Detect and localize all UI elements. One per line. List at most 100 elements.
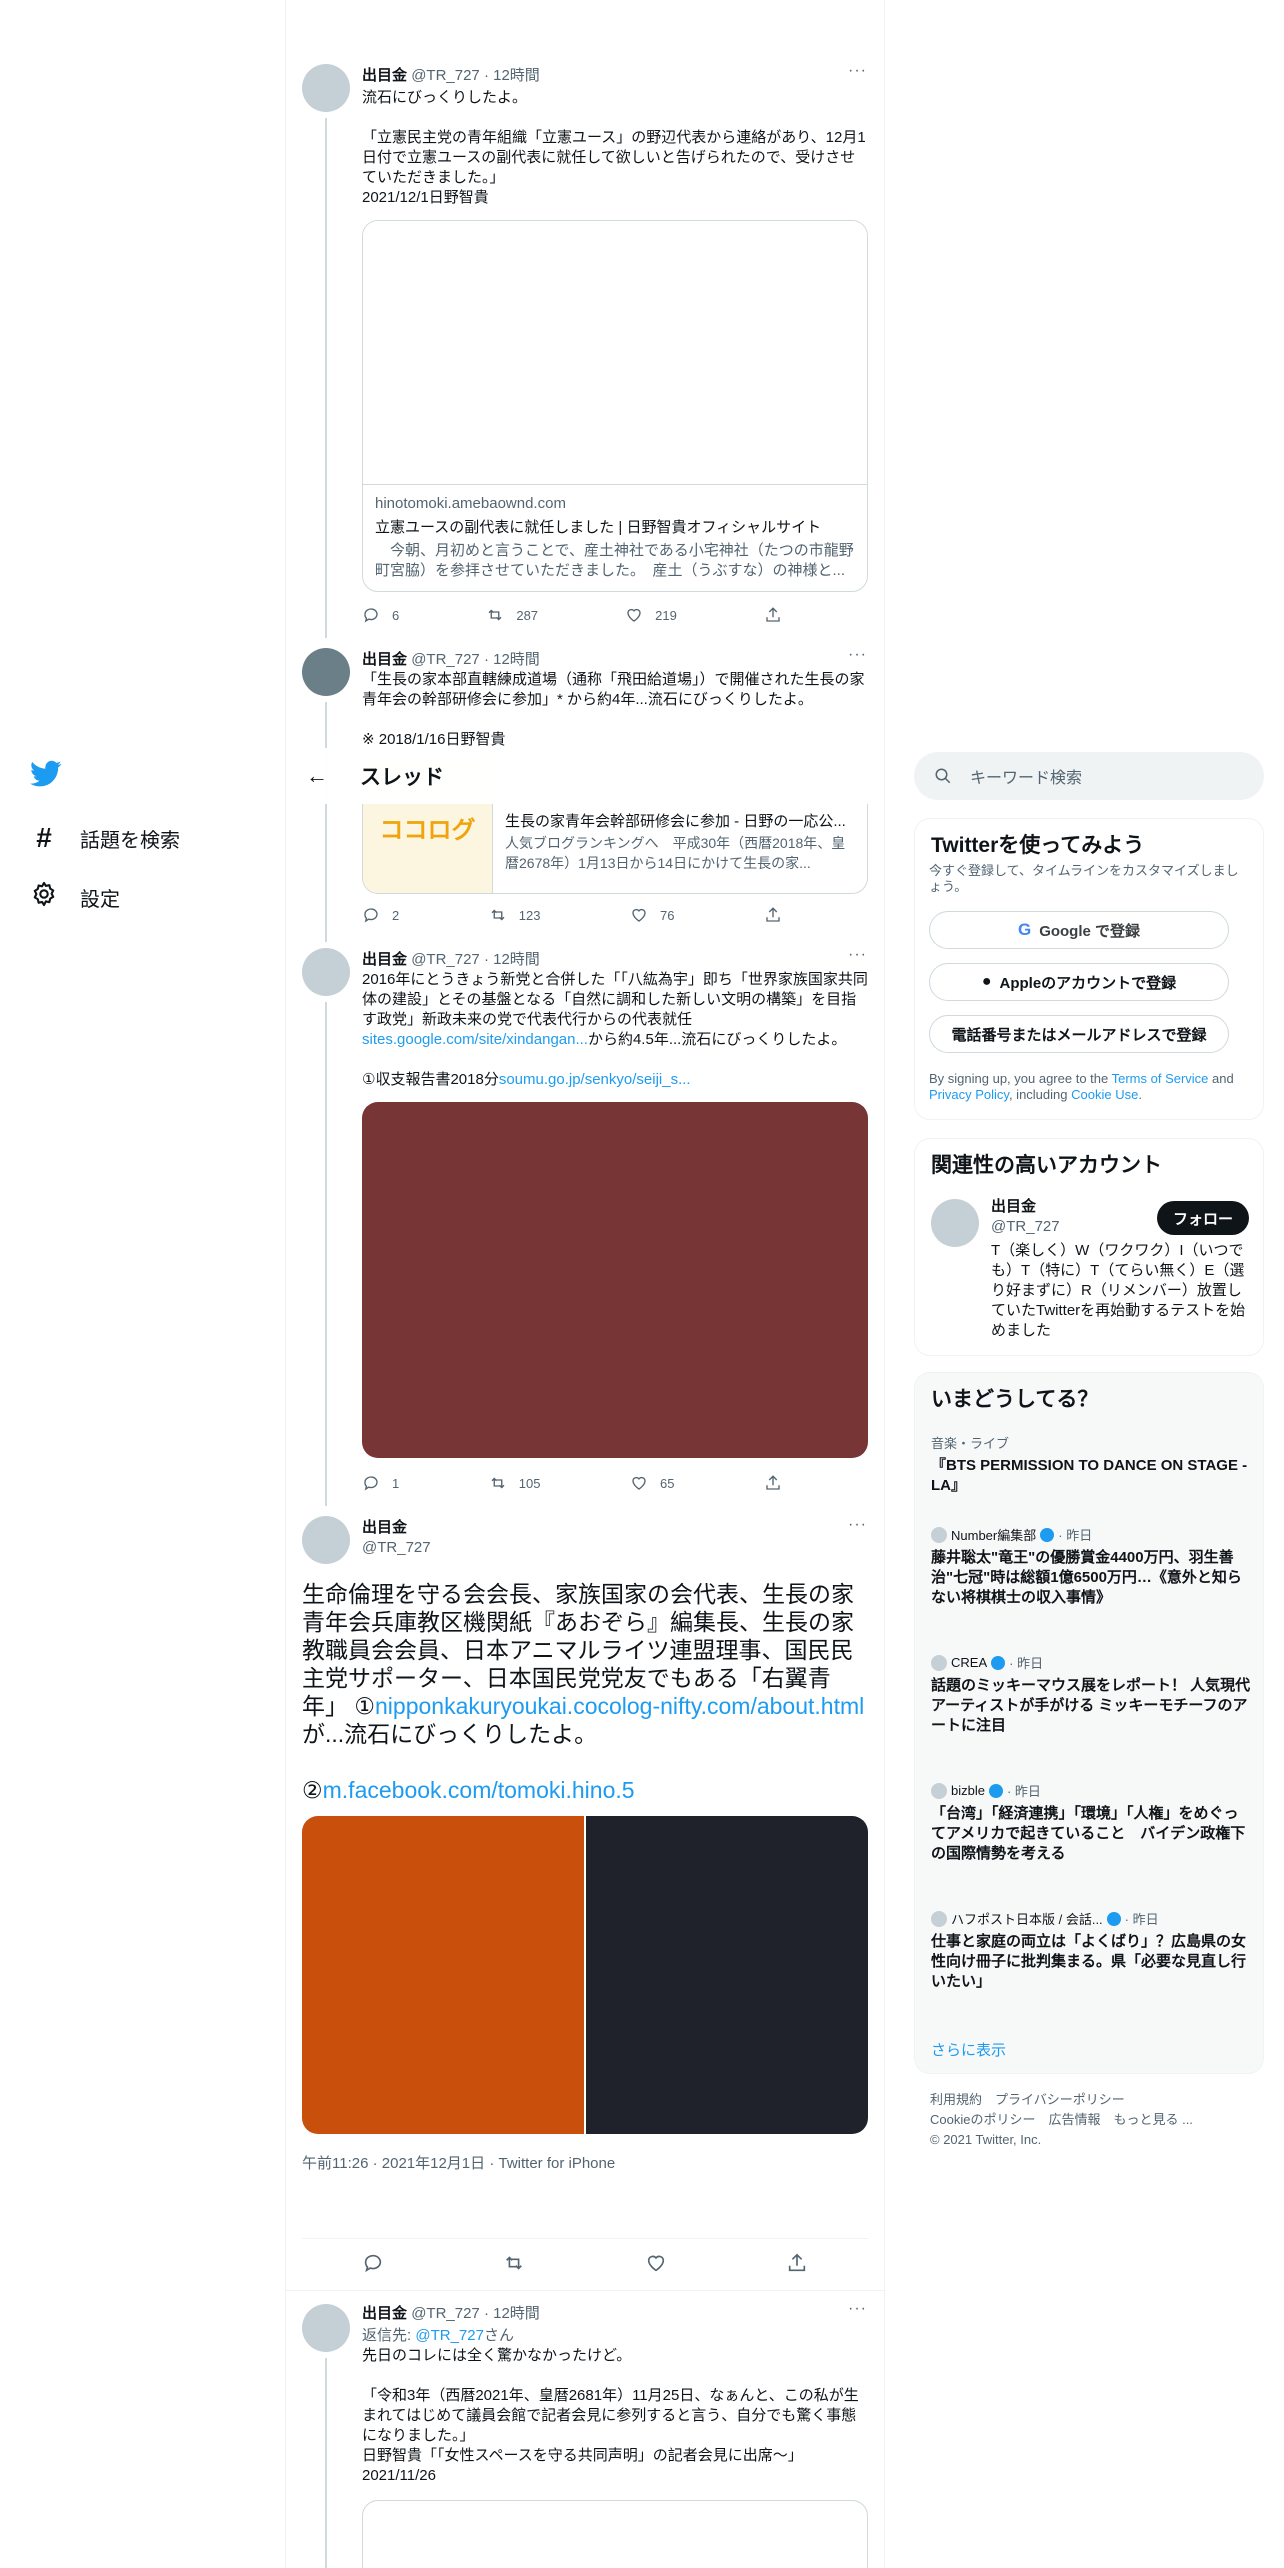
follow-button[interactable]: フォロー (1157, 1201, 1249, 1235)
tweet-timestamp[interactable]: 午前11:26 · 2021年12月1日 · Twitter for iPhon… (302, 2152, 615, 2173)
link-card[interactable] (362, 2500, 868, 2568)
privacy-policy-link[interactable]: Privacy Policy (929, 1087, 1009, 1102)
trend-source: Number編集部 (951, 1528, 1037, 1543)
trend-item[interactable]: 音楽・ライブ 『BTS PERMISSION TO DANCE ON STAGE… (931, 1433, 1251, 1496)
signup-title: Twitterを使ってみよう (931, 834, 1145, 857)
share-button[interactable] (764, 606, 782, 624)
retweet-button[interactable]: 287 (486, 606, 538, 624)
apple-signup-button[interactable]: ● Appleのアカウントで登録 (929, 963, 1229, 1001)
tweet-time[interactable]: · 12時間 (484, 951, 540, 968)
author-handle[interactable]: @TR_727 (411, 951, 480, 968)
trend-item[interactable]: Number編集部 · 昨日 藤井聡太"竜王"の優勝賞金4400万円、羽生善治"七… (931, 1525, 1251, 1608)
author-handle[interactable]: @TR_727 (411, 2305, 480, 2322)
reply-button[interactable]: 1 (362, 1474, 399, 1492)
card-domain: hinotomoki.amebaownd.com (375, 495, 566, 512)
tweet-link[interactable]: m.facebook.com/tomoki.hino.5 (323, 1777, 635, 1803)
trends-title: いまどうしてる？ (931, 1388, 1099, 1411)
like-button[interactable]: 65 (630, 1474, 674, 1492)
nav-settings[interactable]: 設定 (30, 880, 120, 914)
trend-item[interactable]: CREA · 昨日 話題のミッキーマウス展をレポート！ 人気現代アーティストが手が… (931, 1653, 1251, 1736)
avatar[interactable] (302, 2304, 350, 2352)
author-name[interactable]: 出目金 (362, 2305, 407, 2322)
reply-context: 返信先: @TR_727さん (362, 2324, 514, 2345)
signup-terms: By signing up, you agree to the Terms of… (929, 1071, 1249, 1103)
trend-item[interactable]: ハフポスト日本版 / 会話... · 昨日 仕事と家庭の両立は「よくばり」？広島県… (931, 1909, 1251, 1992)
trend-title: 話題のミッキーマウス展をレポート！ 人気現代アーティストが手がける ミッキーモチ… (931, 1677, 1251, 1734)
hashtag-icon: # (36, 822, 52, 853)
heart-icon (647, 2255, 664, 2272)
like-button[interactable] (645, 2252, 667, 2274)
retweet-button[interactable] (503, 2252, 525, 2274)
back-arrow-icon[interactable]: ← (306, 763, 346, 789)
share-button[interactable] (764, 1474, 782, 1492)
trend-source: CREA (951, 1655, 988, 1670)
page-title: スレッド (360, 766, 444, 789)
thread-line (325, 2358, 327, 2568)
tweet-text-part: が...流石にびっくりしたよ。 (302, 1721, 598, 1747)
twitter-logo-icon[interactable] (30, 760, 62, 793)
footer-line[interactable]: Cookieのポリシー 広告情報 もっと見る ... (930, 2110, 1193, 2130)
trend-item[interactable]: bizble · 昨日 「台湾」「経済連携」「環境」「人権」をめぐってアメリカで起… (931, 1781, 1251, 1864)
avatar[interactable] (302, 64, 350, 112)
reply-to-link[interactable]: @TR_727 (415, 2327, 484, 2344)
google-signup-button[interactable]: G Google で登録 (929, 911, 1229, 949)
more-icon[interactable]: ··· (848, 646, 1266, 664)
heart-icon (632, 908, 646, 922)
link-card[interactable]: hinotomoki.amebaownd.com 立憲ユースの副代表に就任しまし… (362, 220, 868, 592)
author-name[interactable]: 出目金 (362, 67, 407, 84)
show-more-link[interactable]: さらに表示 (931, 2039, 1006, 2060)
share-icon (766, 1475, 780, 1490)
author-handle[interactable]: @TR_727 (411, 67, 480, 84)
terms-text: and (1208, 1071, 1234, 1086)
share-button[interactable] (764, 906, 782, 924)
tweet-text-part: ①収支報告書2018分 (362, 1071, 499, 1088)
footer-line[interactable]: 利用規約 プライバシーポリシー (930, 2090, 1193, 2110)
reply-button[interactable]: 2 (362, 906, 399, 924)
author-handle[interactable]: @TR_727 (411, 651, 480, 668)
divider (286, 2290, 884, 2291)
phone-email-signup-button[interactable]: 電話番号またはメールアドレスで登録 (929, 1015, 1229, 1053)
google-icon: G (1017, 920, 1032, 939)
tweet-actions: 1 105 65 (362, 1474, 782, 1492)
author-handle[interactable]: @TR_727 (362, 1539, 431, 1556)
like-button[interactable]: 219 (625, 606, 677, 624)
like-button[interactable]: 76 (630, 906, 674, 924)
reply-button[interactable]: 6 (362, 606, 399, 624)
tweet-image[interactable] (586, 1816, 868, 2134)
retweet-icon (488, 609, 502, 621)
terms-of-service-link[interactable]: Terms of Service (1112, 1071, 1209, 1086)
related-handle: @TR_727 (991, 1218, 1060, 1235)
tweet-text-part: ② (302, 1777, 323, 1803)
tweet-image[interactable] (302, 1816, 584, 2134)
avatar[interactable] (302, 648, 350, 696)
avatar[interactable] (302, 948, 350, 996)
tweet-time[interactable]: · 12時間 (484, 67, 540, 84)
tweet-link[interactable]: soumu.go.jp/senkyo/seiji_s... (499, 1071, 691, 1088)
tweet-link[interactable]: sites.google.com/site/xindangan... (362, 1031, 588, 1048)
avatar[interactable] (302, 1516, 350, 1564)
more-icon[interactable]: ··· (848, 2300, 1266, 2318)
tweet-time[interactable]: · 12時間 (484, 2305, 540, 2322)
search-input[interactable]: キーワード検索 (914, 752, 1264, 800)
tweet-time[interactable]: · 12時間 (484, 651, 540, 668)
more-icon[interactable]: ··· (848, 62, 1266, 80)
google-signup-label: Google で登録 (1039, 922, 1141, 940)
related-account[interactable]: 出目金 @TR_727 (991, 1197, 1060, 1237)
signup-subtitle: 今すぐ登録して、タイムラインをカスタマイズしましょう。 (929, 863, 1239, 894)
author-name[interactable]: 出目金 (362, 651, 407, 668)
card-image (363, 221, 867, 485)
publisher-avatar (931, 1782, 947, 1799)
reply-button[interactable] (362, 2252, 384, 2274)
retweet-button[interactable]: 105 (489, 1474, 540, 1492)
author-name[interactable]: 出目金 (362, 951, 407, 968)
author-name[interactable]: 出目金 (362, 1519, 407, 1536)
retweet-button[interactable]: 123 (489, 906, 540, 924)
tweet-image[interactable] (362, 1102, 868, 1458)
tweet-link[interactable]: nipponkakuryoukai.cocolog-nifty.com/abou… (375, 1693, 864, 1719)
terms-text: . (1138, 1087, 1142, 1102)
nav-explore[interactable]: # 話題を検索 (30, 822, 180, 854)
copyright: © 2021 Twitter, Inc. (930, 2132, 1042, 2147)
cookie-use-link[interactable]: Cookie Use (1071, 1087, 1138, 1102)
avatar[interactable] (931, 1199, 979, 1247)
share-button[interactable] (786, 2252, 808, 2274)
